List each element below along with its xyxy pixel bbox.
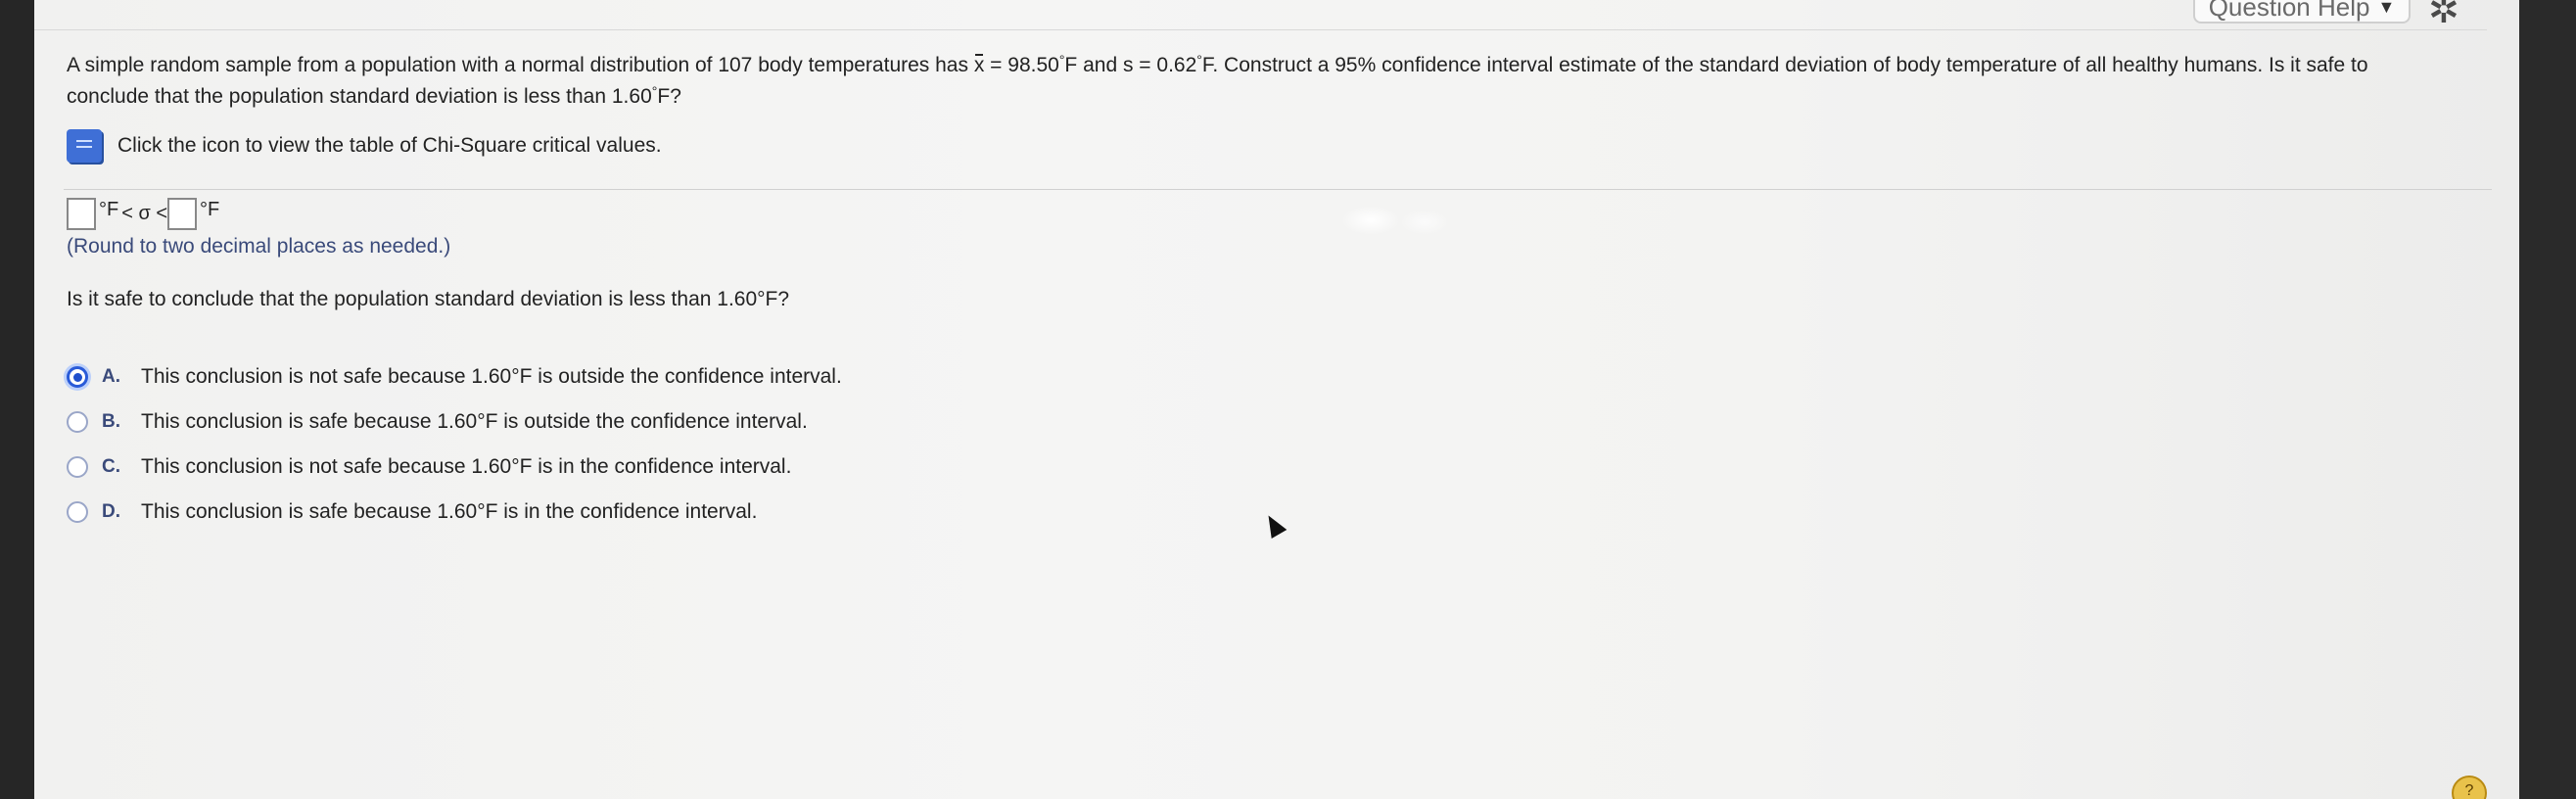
- question-text-part: F and s = 0.62: [1064, 54, 1197, 76]
- radio-a[interactable]: [67, 366, 88, 388]
- screen-glare: [1341, 206, 1400, 235]
- xbar-symbol: x: [973, 54, 985, 76]
- question-help-label: Question Help: [2208, 0, 2370, 22]
- option-text: This conclusion is not safe because 1.60…: [141, 365, 842, 388]
- option-c[interactable]: C. This conclusion is not safe because 1…: [67, 445, 842, 490]
- interval-middle: < σ <: [121, 203, 168, 224]
- option-text: This conclusion is safe because 1.60°F i…: [141, 410, 808, 433]
- radio-c[interactable]: [67, 456, 88, 478]
- confidence-interval-answer: °F < σ < °F: [67, 198, 222, 230]
- upper-bound-input[interactable]: [167, 198, 198, 230]
- radio-b[interactable]: [67, 411, 88, 433]
- question-text-part: A simple random sample from a population…: [67, 54, 974, 76]
- question-text-part: = 98.50: [984, 54, 1059, 76]
- question-text: A simple random sample from a population…: [67, 47, 2436, 110]
- divider: [34, 29, 2487, 30]
- option-letter: C.: [102, 456, 120, 477]
- option-text: This conclusion is safe because 1.60°F i…: [141, 500, 758, 523]
- gear-icon[interactable]: ✲: [2428, 0, 2459, 32]
- lower-bound-input[interactable]: [67, 198, 96, 230]
- divider: [64, 189, 2492, 190]
- chevron-down-icon: ▼: [2377, 0, 2396, 17]
- right-bezel: [2519, 0, 2576, 799]
- option-letter: A.: [102, 366, 120, 387]
- option-letter: B.: [102, 411, 120, 432]
- book-icon[interactable]: [67, 129, 102, 163]
- left-bezel: [0, 0, 34, 799]
- question-text-part: F?: [657, 85, 681, 108]
- interval-unit: °F: [99, 199, 119, 220]
- option-text: This conclusion is not safe because 1.60…: [141, 455, 792, 478]
- rounding-instruction: (Round to two decimal places as needed.): [67, 235, 451, 258]
- question-help-button[interactable]: Question Help ▼: [2193, 0, 2411, 24]
- follow-up-question: Is it safe to conclude that the populati…: [67, 288, 790, 310]
- screen-glare: [1400, 210, 1449, 235]
- interval-unit: °F: [200, 199, 220, 220]
- option-d[interactable]: D. This conclusion is safe because 1.60°…: [67, 490, 842, 535]
- option-b[interactable]: B. This conclusion is safe because 1.60°…: [67, 400, 842, 445]
- option-letter: D.: [102, 501, 120, 522]
- chi-square-table-link[interactable]: Click the icon to view the table of Chi-…: [67, 129, 662, 163]
- option-a[interactable]: A. This conclusion is not safe because 1…: [67, 354, 842, 400]
- radio-d[interactable]: [67, 501, 88, 523]
- answer-options: A. This conclusion is not safe because 1…: [67, 354, 842, 535]
- chi-square-link-text: Click the icon to view the table of Chi-…: [117, 134, 662, 157]
